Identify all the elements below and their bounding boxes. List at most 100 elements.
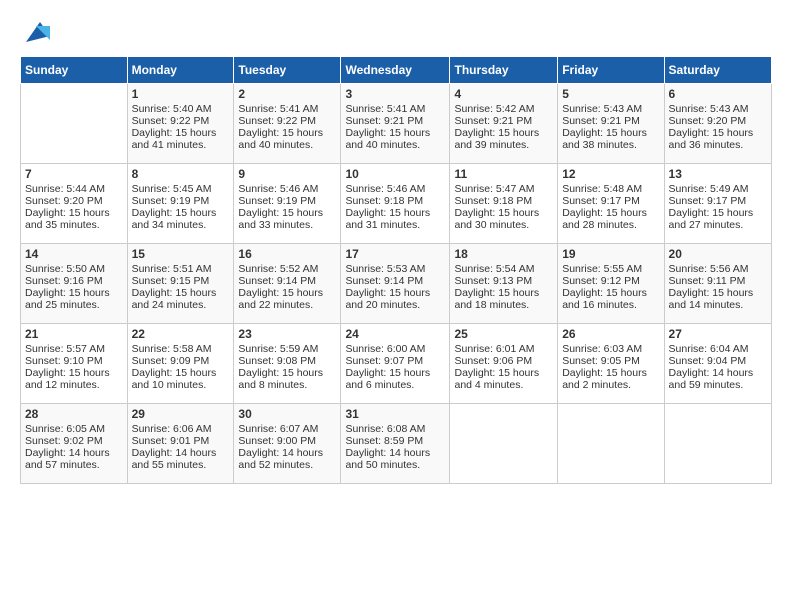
daylight-text: Daylight: 15 hours and 36 minutes.: [669, 127, 767, 151]
sunset-text: Sunset: 9:18 PM: [345, 195, 445, 207]
sunrise-text: Sunrise: 6:03 AM: [562, 343, 659, 355]
page: SundayMondayTuesdayWednesdayThursdayFrid…: [0, 0, 792, 494]
calendar-cell: 12Sunrise: 5:48 AMSunset: 9:17 PMDayligh…: [558, 164, 664, 244]
day-number: 6: [669, 87, 767, 101]
sunrise-text: Sunrise: 5:59 AM: [238, 343, 336, 355]
day-number: 24: [345, 327, 445, 341]
sunrise-text: Sunrise: 6:07 AM: [238, 423, 336, 435]
sunrise-text: Sunrise: 5:51 AM: [132, 263, 230, 275]
calendar-cell: 7Sunrise: 5:44 AMSunset: 9:20 PMDaylight…: [21, 164, 128, 244]
day-number: 12: [562, 167, 659, 181]
daylight-text: Daylight: 14 hours and 59 minutes.: [669, 367, 767, 391]
sunset-text: Sunset: 9:22 PM: [238, 115, 336, 127]
calendar-cell: 20Sunrise: 5:56 AMSunset: 9:11 PMDayligh…: [664, 244, 771, 324]
sunrise-text: Sunrise: 5:46 AM: [238, 183, 336, 195]
daylight-text: Daylight: 15 hours and 16 minutes.: [562, 287, 659, 311]
sunset-text: Sunset: 9:20 PM: [25, 195, 123, 207]
day-number: 14: [25, 247, 123, 261]
sunset-text: Sunset: 9:20 PM: [669, 115, 767, 127]
daylight-text: Daylight: 15 hours and 40 minutes.: [238, 127, 336, 151]
logo: [20, 18, 50, 46]
daylight-text: Daylight: 15 hours and 2 minutes.: [562, 367, 659, 391]
day-number: 21: [25, 327, 123, 341]
week-row-4: 28Sunrise: 6:05 AMSunset: 9:02 PMDayligh…: [21, 404, 772, 484]
calendar-cell: 25Sunrise: 6:01 AMSunset: 9:06 PMDayligh…: [450, 324, 558, 404]
daylight-text: Daylight: 15 hours and 41 minutes.: [132, 127, 230, 151]
daylight-text: Daylight: 15 hours and 39 minutes.: [454, 127, 553, 151]
sunrise-text: Sunrise: 5:46 AM: [345, 183, 445, 195]
sunset-text: Sunset: 9:12 PM: [562, 275, 659, 287]
calendar-cell: 8Sunrise: 5:45 AMSunset: 9:19 PMDaylight…: [127, 164, 234, 244]
daylight-text: Daylight: 15 hours and 38 minutes.: [562, 127, 659, 151]
sunset-text: Sunset: 9:13 PM: [454, 275, 553, 287]
sunrise-text: Sunrise: 5:50 AM: [25, 263, 123, 275]
week-row-1: 7Sunrise: 5:44 AMSunset: 9:20 PMDaylight…: [21, 164, 772, 244]
sunrise-text: Sunrise: 5:54 AM: [454, 263, 553, 275]
header-cell-saturday: Saturday: [664, 57, 771, 84]
daylight-text: Daylight: 15 hours and 34 minutes.: [132, 207, 230, 231]
daylight-text: Daylight: 15 hours and 30 minutes.: [454, 207, 553, 231]
day-number: 1: [132, 87, 230, 101]
calendar-cell: 15Sunrise: 5:51 AMSunset: 9:15 PMDayligh…: [127, 244, 234, 324]
day-number: 26: [562, 327, 659, 341]
day-number: 17: [345, 247, 445, 261]
day-number: 11: [454, 167, 553, 181]
day-number: 23: [238, 327, 336, 341]
header-row: SundayMondayTuesdayWednesdayThursdayFrid…: [21, 57, 772, 84]
sunrise-text: Sunrise: 5:43 AM: [562, 103, 659, 115]
daylight-text: Daylight: 15 hours and 24 minutes.: [132, 287, 230, 311]
day-number: 8: [132, 167, 230, 181]
calendar-cell: 23Sunrise: 5:59 AMSunset: 9:08 PMDayligh…: [234, 324, 341, 404]
header-cell-monday: Monday: [127, 57, 234, 84]
daylight-text: Daylight: 15 hours and 27 minutes.: [669, 207, 767, 231]
sunset-text: Sunset: 9:00 PM: [238, 435, 336, 447]
calendar-cell: 27Sunrise: 6:04 AMSunset: 9:04 PMDayligh…: [664, 324, 771, 404]
calendar-cell: 9Sunrise: 5:46 AMSunset: 9:19 PMDaylight…: [234, 164, 341, 244]
sunrise-text: Sunrise: 5:52 AM: [238, 263, 336, 275]
sunset-text: Sunset: 9:05 PM: [562, 355, 659, 367]
sunset-text: Sunset: 8:59 PM: [345, 435, 445, 447]
sunset-text: Sunset: 9:21 PM: [454, 115, 553, 127]
sunset-text: Sunset: 9:07 PM: [345, 355, 445, 367]
sunrise-text: Sunrise: 5:49 AM: [669, 183, 767, 195]
sunset-text: Sunset: 9:10 PM: [25, 355, 123, 367]
daylight-text: Daylight: 15 hours and 31 minutes.: [345, 207, 445, 231]
daylight-text: Daylight: 15 hours and 12 minutes.: [25, 367, 123, 391]
sunrise-text: Sunrise: 5:40 AM: [132, 103, 230, 115]
calendar-cell: 30Sunrise: 6:07 AMSunset: 9:00 PMDayligh…: [234, 404, 341, 484]
day-number: 31: [345, 407, 445, 421]
sunrise-text: Sunrise: 5:42 AM: [454, 103, 553, 115]
calendar-cell: 19Sunrise: 5:55 AMSunset: 9:12 PMDayligh…: [558, 244, 664, 324]
sunrise-text: Sunrise: 5:56 AM: [669, 263, 767, 275]
header-cell-friday: Friday: [558, 57, 664, 84]
sunset-text: Sunset: 9:14 PM: [345, 275, 445, 287]
sunset-text: Sunset: 9:09 PM: [132, 355, 230, 367]
day-number: 9: [238, 167, 336, 181]
sunrise-text: Sunrise: 6:01 AM: [454, 343, 553, 355]
day-number: 13: [669, 167, 767, 181]
day-number: 22: [132, 327, 230, 341]
daylight-text: Daylight: 15 hours and 18 minutes.: [454, 287, 553, 311]
sunset-text: Sunset: 9:01 PM: [132, 435, 230, 447]
calendar-cell: 3Sunrise: 5:41 AMSunset: 9:21 PMDaylight…: [341, 84, 450, 164]
week-row-3: 21Sunrise: 5:57 AMSunset: 9:10 PMDayligh…: [21, 324, 772, 404]
calendar-cell: 4Sunrise: 5:42 AMSunset: 9:21 PMDaylight…: [450, 84, 558, 164]
sunrise-text: Sunrise: 5:57 AM: [25, 343, 123, 355]
daylight-text: Daylight: 15 hours and 6 minutes.: [345, 367, 445, 391]
sunset-text: Sunset: 9:21 PM: [562, 115, 659, 127]
calendar-table: SundayMondayTuesdayWednesdayThursdayFrid…: [20, 56, 772, 484]
calendar-cell: [664, 404, 771, 484]
daylight-text: Daylight: 15 hours and 35 minutes.: [25, 207, 123, 231]
calendar-cell: [558, 404, 664, 484]
day-number: 15: [132, 247, 230, 261]
calendar-cell: 18Sunrise: 5:54 AMSunset: 9:13 PMDayligh…: [450, 244, 558, 324]
sunset-text: Sunset: 9:16 PM: [25, 275, 123, 287]
sunset-text: Sunset: 9:17 PM: [562, 195, 659, 207]
day-number: 19: [562, 247, 659, 261]
day-number: 25: [454, 327, 553, 341]
calendar-cell: 24Sunrise: 6:00 AMSunset: 9:07 PMDayligh…: [341, 324, 450, 404]
daylight-text: Daylight: 14 hours and 55 minutes.: [132, 447, 230, 471]
calendar-cell: 13Sunrise: 5:49 AMSunset: 9:17 PMDayligh…: [664, 164, 771, 244]
calendar-cell: 14Sunrise: 5:50 AMSunset: 9:16 PMDayligh…: [21, 244, 128, 324]
sunset-text: Sunset: 9:11 PM: [669, 275, 767, 287]
